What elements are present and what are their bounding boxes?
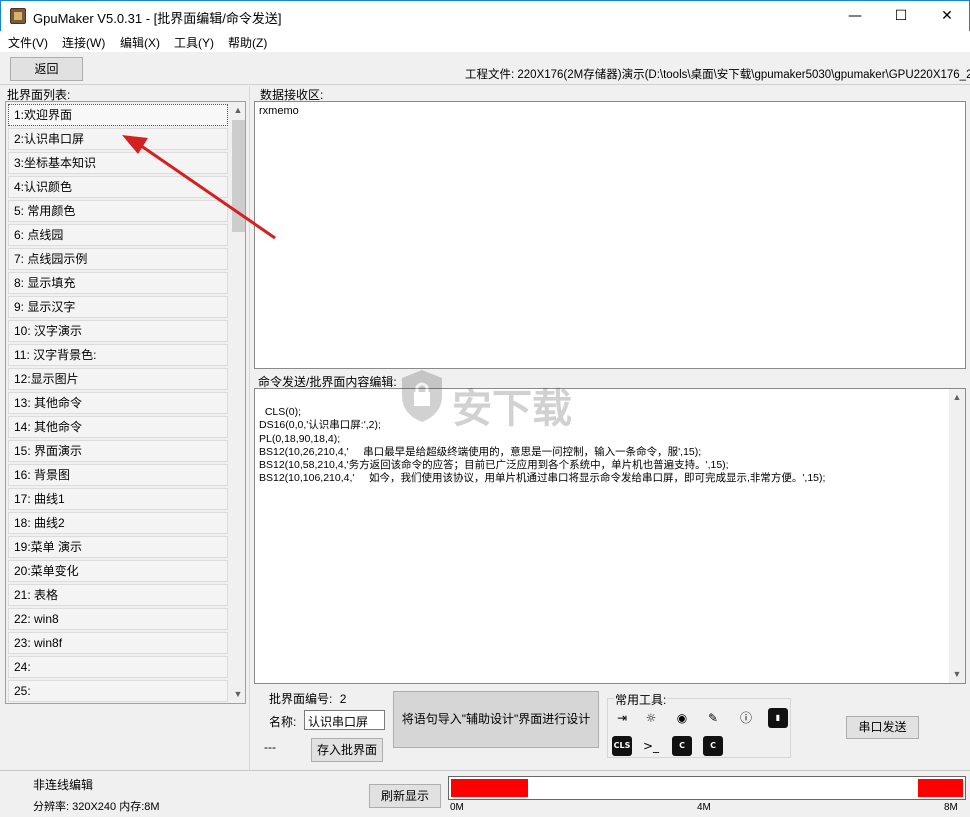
- page-list-item[interactable]: 19:菜单 演示: [8, 536, 228, 558]
- cls-icon[interactable]: CLS: [612, 736, 632, 756]
- page-list-item[interactable]: 20:菜单变化: [8, 560, 228, 582]
- page-list-item[interactable]: 8: 显示填充: [8, 272, 228, 294]
- page-list-item[interactable]: 2:认识串口屏: [8, 128, 228, 150]
- page-list-item[interactable]: 14: 其他命令: [8, 416, 228, 438]
- menu-edit[interactable]: 编辑(X): [120, 34, 160, 51]
- page-list-scrollbar[interactable]: ▲ ▼: [230, 102, 245, 703]
- memory-tick-4: 4M: [697, 802, 711, 813]
- command-editor[interactable]: CLS(0); DS16(0,0,'认识串口屏:',2); PL(0,18,90…: [254, 388, 966, 684]
- page-list-item[interactable]: 11: 汉字背景色:: [8, 344, 228, 366]
- name-input[interactable]: 认识串口屏: [304, 710, 385, 730]
- page-list-item[interactable]: 23: win8f: [8, 632, 228, 654]
- scroll-up-icon[interactable]: ▲: [230, 102, 245, 119]
- login-icon[interactable]: ⇥: [612, 708, 632, 728]
- page-list[interactable]: 1:欢迎界面 2:认识串口屏 3:坐标基本知识 4:认识颜色 5: 常用颜色 6: 点线园…: [5, 101, 246, 704]
- serial-send-button[interactable]: 串口发送: [846, 716, 919, 739]
- page-list-item[interactable]: 18: 曲线2: [8, 512, 228, 534]
- pen-icon[interactable]: ✎: [703, 708, 723, 728]
- page-list-item[interactable]: 17: 曲线1: [8, 488, 228, 510]
- menu-connect[interactable]: 连接(W): [62, 34, 105, 51]
- status-resolution: 分辨率: 320X240 内存:8M: [33, 801, 160, 813]
- app-icon: [10, 8, 26, 24]
- sun-icon[interactable]: ☼: [641, 708, 661, 728]
- command-text: CLS(0); DS16(0,0,'认识串口屏:',2); PL(0,18,90…: [259, 406, 826, 485]
- status-mode: 非连线编辑: [33, 778, 94, 792]
- scroll-down-icon[interactable]: ▼: [230, 686, 245, 703]
- page-list-item[interactable]: 7: 点线园示例: [8, 248, 228, 270]
- memory-usage-bar: [448, 776, 966, 800]
- dash-text: ---: [264, 740, 276, 754]
- panel-splitter[interactable]: [249, 86, 250, 770]
- common-tools-label: 常用工具:: [614, 691, 668, 708]
- sd-card-icon[interactable]: ▮: [768, 708, 788, 728]
- page-list-item[interactable]: 6: 点线园: [8, 224, 228, 246]
- window-title: GpuMaker V5.0.31 - [批界面编辑/命令发送]: [33, 11, 282, 26]
- memory-tick-8: 8M: [944, 802, 958, 813]
- name-label: 名称:: [269, 715, 297, 729]
- import-to-design-button[interactable]: 将语句导入"辅助设计"界面进行设计: [393, 691, 599, 748]
- refresh-display-button[interactable]: 刷新显示: [369, 784, 441, 808]
- memory-tick-0: 0M: [450, 802, 464, 813]
- c-chat-icon[interactable]: C: [672, 736, 692, 756]
- menu-tools[interactable]: 工具(Y): [174, 34, 214, 51]
- page-list-item[interactable]: 16: 背景图: [8, 464, 228, 486]
- record-icon[interactable]: ◉: [672, 708, 692, 728]
- scroll-up-icon[interactable]: ▲: [949, 389, 965, 406]
- page-number-value: 2: [339, 692, 347, 706]
- menu-file[interactable]: 文件(V): [8, 34, 48, 51]
- minimize-button[interactable]: —: [832, 1, 878, 31]
- page-list-item[interactable]: 4:认识颜色: [8, 176, 228, 198]
- project-file-path: 工程文件: 220X176(2M存储器)演示(D:\tools\桌面\安下载\g…: [465, 69, 970, 81]
- page-list-item[interactable]: 3:坐标基本知识: [8, 152, 228, 174]
- page-list-item[interactable]: 24:: [8, 656, 228, 678]
- info-icon[interactable]: ⓘ: [736, 708, 756, 728]
- toolbar: 返回 工程文件: 220X176(2M存储器)演示(D:\tools\桌面\安下…: [0, 52, 970, 85]
- page-number-label: 批界面编号: 2: [269, 690, 346, 707]
- menu-help[interactable]: 帮助(Z): [228, 34, 267, 51]
- page-list-item[interactable]: 22: win8: [8, 608, 228, 630]
- page-list-item[interactable]: 15: 界面演示: [8, 440, 228, 462]
- page-number-caption: 批界面编号:: [269, 692, 333, 706]
- c-chat-icon-2[interactable]: C: [703, 736, 723, 756]
- scroll-down-icon[interactable]: ▼: [949, 666, 965, 683]
- command-scrollbar[interactable]: ▲ ▼: [949, 389, 965, 683]
- page-list-item[interactable]: 1:欢迎界面: [8, 104, 228, 126]
- receive-memo[interactable]: rxmemo: [254, 101, 966, 369]
- page-list-item[interactable]: 5: 常用颜色: [8, 200, 228, 222]
- page-list-item[interactable]: 10: 汉字演示: [8, 320, 228, 342]
- page-list-item[interactable]: 13: 其他命令: [8, 392, 228, 414]
- terminal-icon[interactable]: >_: [641, 736, 661, 756]
- page-list-item[interactable]: 9: 显示汉字: [8, 296, 228, 318]
- page-list-item[interactable]: 12:显示图片: [8, 368, 228, 390]
- page-list-item[interactable]: 25:: [8, 680, 228, 702]
- menu-bar: 文件(V) 连接(W) 编辑(X) 工具(Y) 帮助(Z): [0, 31, 970, 52]
- memory-used-segment: [917, 779, 963, 797]
- page-list-item[interactable]: 21: 表格: [8, 584, 228, 606]
- maximize-button[interactable]: ☐: [878, 1, 924, 31]
- save-page-button[interactable]: 存入批界面: [311, 738, 383, 762]
- memory-used-segment: [451, 779, 528, 797]
- close-button[interactable]: ✕: [924, 1, 970, 31]
- back-button[interactable]: 返回: [10, 57, 83, 81]
- title-bar: GpuMaker V5.0.31 - [批界面编辑/命令发送] — ☐ ✕: [0, 0, 970, 31]
- scroll-thumb[interactable]: [232, 120, 245, 232]
